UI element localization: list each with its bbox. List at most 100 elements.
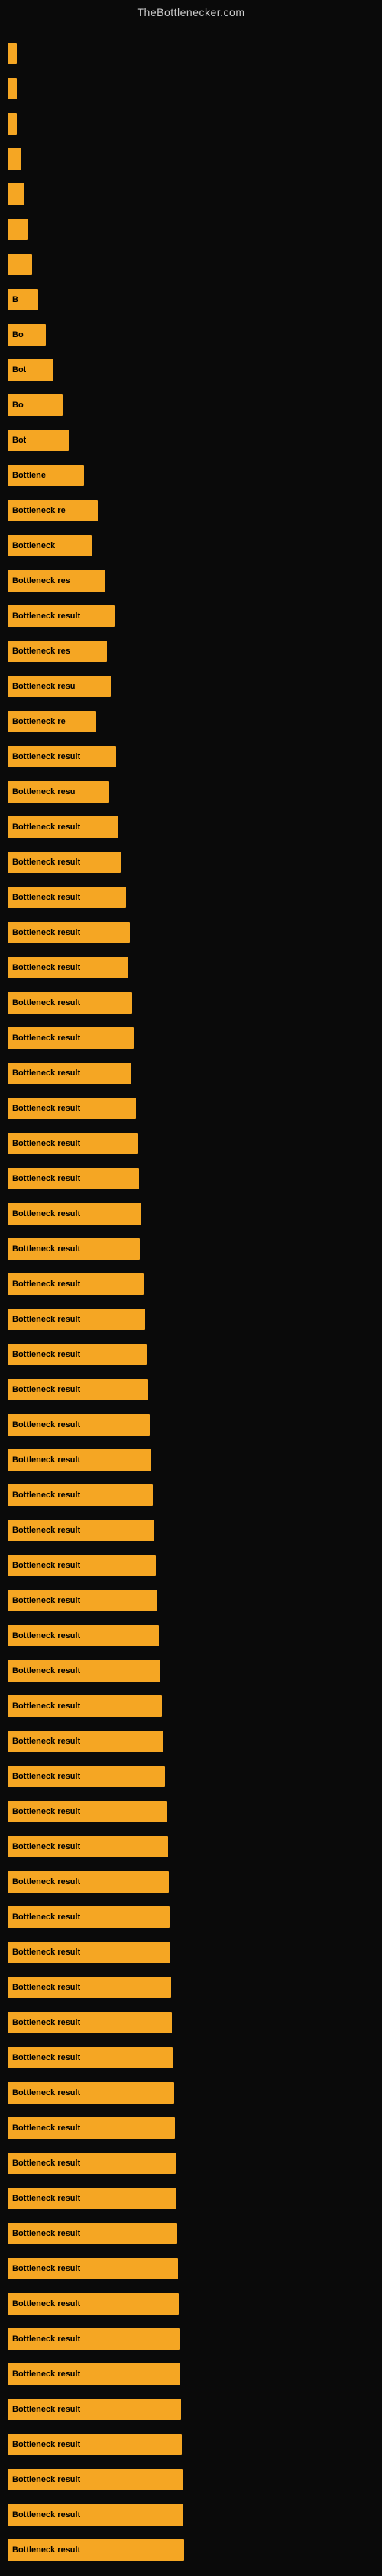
bar-item xyxy=(8,148,21,170)
bar-row xyxy=(8,37,374,70)
bar-item: Bottleneck result xyxy=(8,1098,136,1119)
bar-label: Bo xyxy=(12,401,24,410)
bar-row: Bottleneck result xyxy=(8,599,374,633)
bar-label: Bottleneck result xyxy=(12,612,80,621)
bar-label: Bottleneck result xyxy=(12,2229,80,2238)
bar-item: Bottleneck result xyxy=(8,2082,174,2104)
bar-row: Bottleneck result xyxy=(8,2146,374,2180)
bar-item: Bottleneck res xyxy=(8,570,105,592)
bar-label: Bottleneck resu xyxy=(12,682,76,691)
bar-row: Bottleneck result xyxy=(8,1619,374,1653)
bar-row: Bottleneck result xyxy=(8,845,374,879)
bar-row: Bottleneck result xyxy=(8,2076,374,2110)
bar-item: Bottleneck result xyxy=(8,1379,148,1400)
bar-label: Bottleneck result xyxy=(12,2405,80,2414)
bar-row: Bottleneck result xyxy=(8,1408,374,1442)
bar-row: Bottleneck result xyxy=(8,1900,374,1934)
bar-row: Bo xyxy=(8,388,374,422)
bar-item: Bottleneck result xyxy=(8,605,115,627)
bar-item: Bottleneck result xyxy=(8,2258,178,2279)
bar-label: Bo xyxy=(12,330,24,339)
bar-label: Bottleneck result xyxy=(12,1561,80,1570)
bar-row: Bottleneck result xyxy=(8,2111,374,2145)
bar-row: Bottleneck result xyxy=(8,1689,374,1723)
bar-item: Bottleneck result xyxy=(8,2153,176,2174)
bar-item xyxy=(8,219,28,240)
bar-item: Bottleneck result xyxy=(8,1871,169,1893)
bar-row: Bottleneck result xyxy=(8,2182,374,2215)
bar-row: Bottleneck re xyxy=(8,705,374,738)
bar-row: Bottleneck result xyxy=(8,881,374,914)
bar-item: Bottleneck result xyxy=(8,2434,182,2455)
bar-label: Bottleneck result xyxy=(12,2264,80,2273)
bar-item: Bottleneck result xyxy=(8,1203,141,1225)
bar-row: Bottleneck result xyxy=(8,1267,374,1301)
bar-row: Bottleneck result xyxy=(8,1549,374,1582)
bar-label: Bottleneck result xyxy=(12,1631,80,1640)
bar-label: Bottleneck result xyxy=(12,1104,80,1113)
bar-row: Bottleneck result xyxy=(8,2322,374,2356)
bar-row: B xyxy=(8,283,374,316)
bar-label: Bottleneck result xyxy=(12,1948,80,1957)
bar-row: Bottleneck result xyxy=(8,2498,374,2532)
bar-item xyxy=(8,254,32,275)
bar-row: Bottleneck result xyxy=(8,1795,374,1828)
bar-row: Bottleneck result xyxy=(8,916,374,949)
bar-item: Bottleneck re xyxy=(8,711,96,732)
bar-row: Bottleneck result xyxy=(8,986,374,1020)
bar-row: Bottlene xyxy=(8,459,374,492)
bar-label: Bottleneck result xyxy=(12,2194,80,2203)
bar-row: Bottleneck result xyxy=(8,2217,374,2250)
bar-row: Bottleneck result xyxy=(8,2357,374,2391)
bar-row xyxy=(8,107,374,141)
bar-label: Bottleneck result xyxy=(12,1174,80,1183)
bar-row xyxy=(8,177,374,211)
bar-item: Bottleneck result xyxy=(8,1027,134,1049)
bar-label: Bottleneck result xyxy=(12,1596,80,1605)
bar-label: Bottlene xyxy=(12,471,46,480)
bar-row: Bottleneck result xyxy=(8,1056,374,1090)
bar-row: Bottleneck result xyxy=(8,1443,374,1477)
bar-row xyxy=(8,72,374,105)
bar-item: Bottleneck result xyxy=(8,2293,179,2315)
bar-item: Bo xyxy=(8,324,46,346)
bar-label: Bottleneck result xyxy=(12,1139,80,1148)
bar-row xyxy=(8,142,374,176)
bar-label: Bottleneck result xyxy=(12,1807,80,1816)
bar-item: Bottleneck result xyxy=(8,816,118,838)
bar-label: Bottleneck result xyxy=(12,2475,80,2484)
bar-row: Bottleneck result xyxy=(8,1162,374,1196)
bar-label: Bottleneck result xyxy=(12,1526,80,1535)
bar-row: Bottleneck resu xyxy=(8,775,374,809)
bar-label: Bottleneck result xyxy=(12,998,80,1007)
bar-row: Bottleneck result xyxy=(8,2252,374,2286)
bar-label: Bottleneck xyxy=(12,541,55,550)
bar-row: Bottleneck result xyxy=(8,2533,374,2567)
bar-item: Bottleneck result xyxy=(8,1344,147,1365)
bar-label: Bottleneck result xyxy=(12,1280,80,1289)
bar-item: Bottleneck result xyxy=(8,1942,170,1963)
bar-row: Bottleneck result xyxy=(8,1197,374,1231)
bar-item: Bottleneck result xyxy=(8,746,116,767)
bar-row: Bo xyxy=(8,318,374,352)
bar-label: Bottleneck result xyxy=(12,1666,80,1676)
bar-row: Bottleneck resu xyxy=(8,670,374,703)
bar-label: Bottleneck result xyxy=(12,1913,80,1922)
bar-label: Bottleneck result xyxy=(12,2440,80,2449)
bar-item: Bottleneck result xyxy=(8,1484,153,1506)
bar-item: Bottleneck result xyxy=(8,2012,172,2033)
bar-label: Bottleneck result xyxy=(12,1420,80,1429)
bar-label: Bottleneck result xyxy=(12,1737,80,1746)
bar-label: B xyxy=(12,295,18,304)
bar-row: Bottleneck result xyxy=(8,1232,374,1266)
bar-item xyxy=(8,113,17,135)
bar-row: Bottleneck result xyxy=(8,2463,374,2497)
bar-row: Bottleneck result xyxy=(8,2041,374,2075)
bar-label: Bottleneck result xyxy=(12,2159,80,2168)
bar-label: Bottleneck res xyxy=(12,647,70,656)
bar-label: Bottleneck result xyxy=(12,893,80,902)
bar-label: Bottleneck result xyxy=(12,1244,80,1254)
bar-row: Bottleneck result xyxy=(8,2287,374,2321)
bar-item: Bottleneck result xyxy=(8,2328,180,2350)
bar-item: Bottlene xyxy=(8,465,84,486)
